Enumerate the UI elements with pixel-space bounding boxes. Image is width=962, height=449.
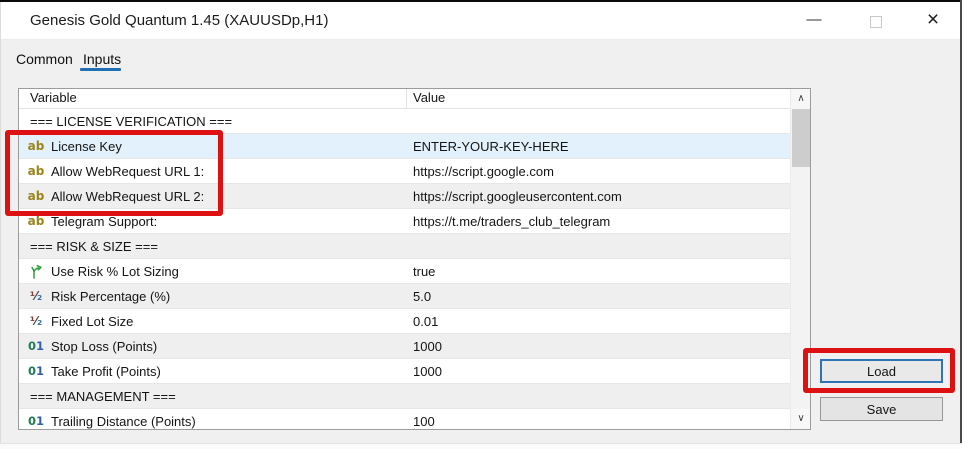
variable-label: Fixed Lot Size [51, 314, 133, 329]
title-bar: Genesis Gold Quantum 1.45 (XAUUSDp,H1) —… [1, 2, 960, 40]
variable-cell[interactable]: ab Allow WebRequest URL 2: [19, 184, 406, 208]
column-header-value[interactable]: Value [413, 90, 445, 105]
variable-cell[interactable]: === LICENSE VERIFICATION === [19, 109, 406, 133]
variable-cell[interactable]: ¹⁄₂ Risk Percentage (%) [19, 284, 406, 308]
save-button[interactable]: Save [820, 397, 943, 421]
bool-branch-icon [27, 264, 45, 279]
table-row[interactable]: ab License Key ENTER-YOUR-KEY-HERE [19, 134, 790, 159]
value-cell[interactable]: https://script.google.com [406, 159, 790, 183]
value-cell[interactable]: https://t.me/traders_club_telegram [406, 209, 790, 233]
inputs-table: Variable Value === LICENSE VERIFICATION … [18, 88, 811, 430]
table-header: Variable Value [19, 89, 810, 109]
vertical-scrollbar[interactable]: ∧ ∨ [790, 89, 810, 429]
variable-cell[interactable]: ¹⁄₂ Fixed Lot Size [19, 309, 406, 333]
variable-cell[interactable]: ab Allow WebRequest URL 1: [19, 159, 406, 183]
variable-label: Take Profit (Points) [51, 364, 161, 379]
table-row[interactable]: ab Allow WebRequest URL 2: https://script.… [19, 184, 790, 209]
table-row[interactable]: ¹⁄₂ Risk Percentage (%) 5.0 [19, 284, 790, 309]
variable-cell[interactable]: ab License Key [19, 134, 406, 158]
variable-label: Stop Loss (Points) [51, 339, 157, 354]
window-bottom-edge [0, 443, 962, 449]
integer-type-icon: 01 [27, 364, 45, 378]
inputs-table-body: === LICENSE VERIFICATION === ab License Ke… [19, 109, 790, 430]
value-cell[interactable]: ENTER-YOUR-KEY-HERE [406, 134, 790, 158]
variable-label: Allow WebRequest URL 1: [51, 164, 204, 179]
tab-common[interactable]: Common [16, 51, 73, 67]
variable-label: Telegram Support: [51, 214, 157, 229]
value-cell[interactable]: https://script.googleusercontent.com [406, 184, 790, 208]
variable-label: Allow WebRequest URL 2: [51, 189, 204, 204]
string-type-icon: ab [27, 164, 45, 178]
tab-inputs[interactable]: Inputs [83, 51, 121, 67]
value-cell[interactable] [406, 109, 790, 133]
table-row[interactable]: 01 Take Profit (Points) 1000 [19, 359, 790, 384]
table-row[interactable]: ab Allow WebRequest URL 1: https://script.… [19, 159, 790, 184]
value-cell[interactable] [406, 384, 790, 408]
value-cell[interactable]: true [406, 259, 790, 283]
window-left-border [0, 2, 1, 443]
double-type-icon: ¹⁄₂ [27, 314, 45, 328]
variable-label: Trailing Distance (Points) [51, 414, 196, 429]
value-cell[interactable]: 1000 [406, 359, 790, 383]
variable-cell[interactable]: Use Risk % Lot Sizing [19, 259, 406, 283]
active-tab-underline [80, 68, 121, 71]
close-button[interactable]: × [915, 2, 951, 40]
variable-cell[interactable]: 01 Stop Loss (Points) [19, 334, 406, 358]
variable-label: Risk Percentage (%) [51, 289, 170, 304]
value-cell[interactable] [406, 234, 790, 258]
value-cell[interactable]: 5.0 [406, 284, 790, 308]
table-row[interactable]: 01 Trailing Distance (Points) 100 [19, 409, 790, 430]
section-row[interactable]: === RISK & SIZE === [19, 234, 790, 259]
variable-label: License Key [51, 139, 122, 154]
double-type-icon: ¹⁄₂ [27, 289, 45, 303]
integer-type-icon: 01 [27, 414, 45, 428]
scroll-down-icon[interactable]: ∨ [791, 409, 811, 429]
value-cell[interactable]: 0.01 [406, 309, 790, 333]
string-type-icon: ab [27, 214, 45, 228]
integer-type-icon: 01 [27, 339, 45, 353]
table-row[interactable]: ab Telegram Support: https://t.me/traders_… [19, 209, 790, 234]
variable-cell[interactable]: 01 Trailing Distance (Points) [19, 409, 406, 430]
section-row[interactable]: === LICENSE VERIFICATION === [19, 109, 790, 134]
maximize-button[interactable] [861, 2, 891, 40]
load-button[interactable]: Load [820, 359, 943, 383]
section-row[interactable]: === MANAGEMENT === [19, 384, 790, 409]
table-row[interactable]: Use Risk % Lot Sizing true [19, 259, 790, 284]
column-header-variable[interactable]: Variable [30, 90, 77, 105]
section-label: === MANAGEMENT === [30, 389, 176, 404]
string-type-icon: ab [27, 139, 45, 153]
variable-label: Use Risk % Lot Sizing [51, 264, 179, 279]
string-type-icon: ab [27, 189, 45, 203]
table-row[interactable]: 01 Stop Loss (Points) 1000 [19, 334, 790, 359]
section-label: === LICENSE VERIFICATION === [30, 114, 232, 129]
minimize-button[interactable]: — [799, 2, 829, 40]
variable-cell[interactable]: ab Telegram Support: [19, 209, 406, 233]
value-cell[interactable]: 1000 [406, 334, 790, 358]
section-label: === RISK & SIZE === [30, 239, 158, 254]
scrollbar-thumb[interactable] [792, 109, 810, 167]
variable-cell[interactable]: === MANAGEMENT === [19, 384, 406, 408]
window-title: Genesis Gold Quantum 1.45 (XAUUSDp,H1) [30, 2, 328, 40]
maximize-icon [870, 16, 882, 28]
scroll-up-icon[interactable]: ∧ [791, 89, 811, 109]
variable-cell[interactable]: 01 Take Profit (Points) [19, 359, 406, 383]
value-cell[interactable]: 100 [406, 409, 790, 430]
table-row[interactable]: ¹⁄₂ Fixed Lot Size 0.01 [19, 309, 790, 334]
variable-cell[interactable]: === RISK & SIZE === [19, 234, 406, 258]
